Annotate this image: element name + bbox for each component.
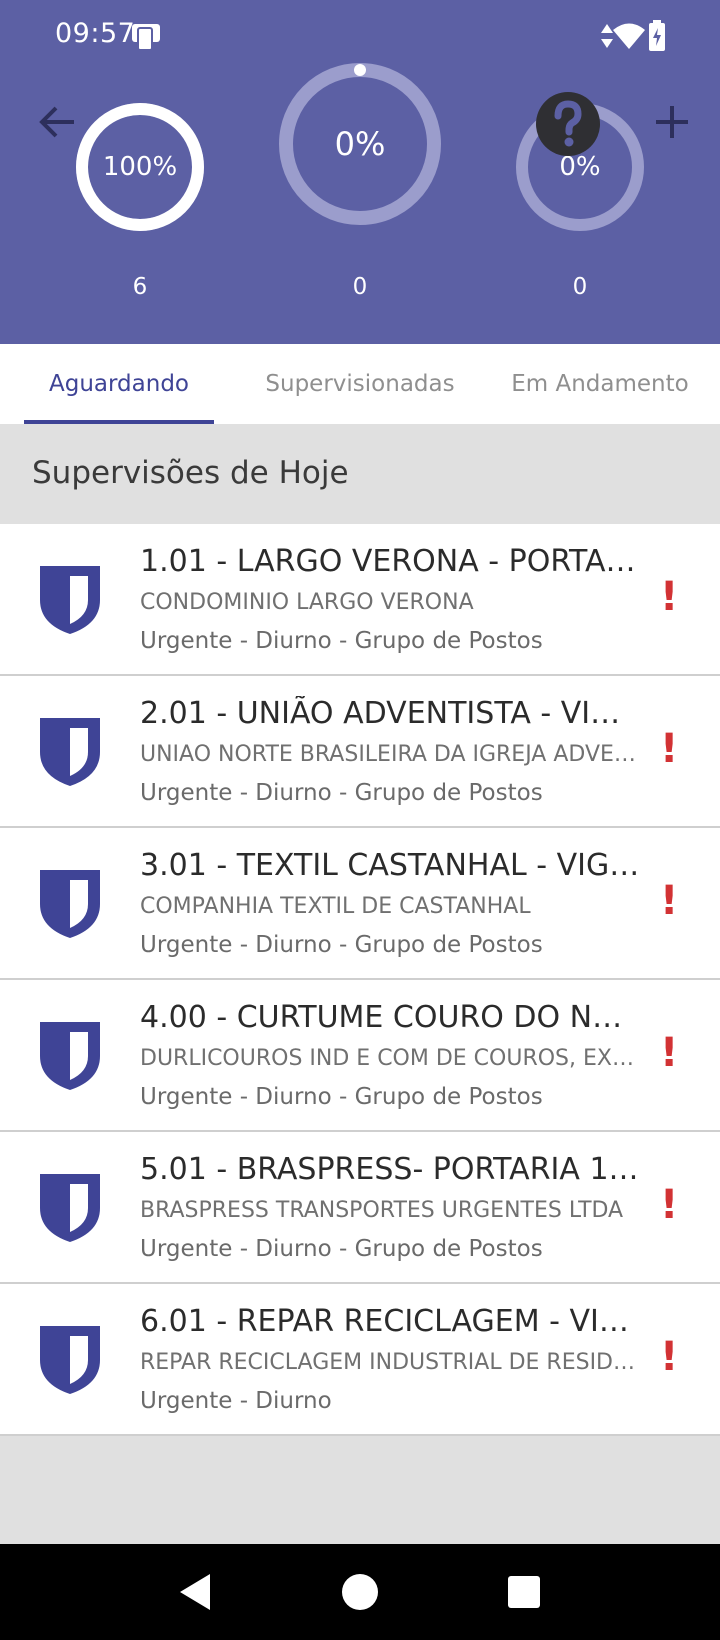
urgent-alert-icon: ! [660, 574, 679, 620]
status-time: 09:57 [55, 18, 136, 49]
urgent-alert-icon: ! [660, 878, 679, 924]
supervision-company: COMPANHIA TEXTIL DE CASTANHAL [140, 894, 531, 919]
urgent-alert-icon: ! [660, 1030, 679, 1076]
supervision-meta: Urgente - Diurno - Grupo de Postos [140, 1084, 543, 1110]
status-tabs: Aguardando Supervisionadas Em Andamento [0, 344, 720, 424]
section-title: Supervisões de Hoje [32, 455, 349, 491]
supervision-title: 2.01 - UNIÃO ADVENTISTA - VIGILÂNCIA [140, 696, 640, 731]
plus-icon[interactable] [650, 100, 694, 144]
help-button[interactable] [536, 92, 600, 156]
urgent-alert-icon: ! [660, 1334, 679, 1380]
supervision-company: REPAR RECICLAGEM INDUSTRIAL DE RESIDUOS [140, 1350, 640, 1375]
gauge-waiting: 100% [74, 101, 206, 233]
nav-back-icon[interactable] [174, 1570, 218, 1614]
tab-aguardando[interactable]: Aguardando [24, 344, 214, 424]
device-notification-icon [132, 24, 160, 51]
system-navigation-bar [0, 1544, 720, 1640]
supervision-title: 1.01 - LARGO VERONA - PORTARIA [140, 544, 640, 579]
urgent-alert-icon: ! [660, 726, 679, 772]
supervision-meta: Urgente - Diurno - Grupo de Postos [140, 780, 543, 806]
shield-icon [40, 1022, 100, 1090]
supervision-company: UNIAO NORTE BRASILEIRA DA IGREJA ADVENTI… [140, 742, 640, 767]
supervision-title: 4.00 - CURTUME COURO DO NORTE [140, 1000, 640, 1035]
list-item[interactable]: 2.01 - UNIÃO ADVENTISTA - VIGILÂNCIA UNI… [0, 676, 720, 828]
gauge-percent: 100% [102, 152, 178, 182]
shield-icon [40, 1326, 100, 1394]
nav-recents-icon[interactable] [502, 1570, 546, 1614]
active-tab-indicator [24, 420, 214, 424]
supervision-company: BRASPRESS TRANSPORTES URGENTES LTDA [140, 1198, 624, 1223]
supervision-title: 6.01 - REPAR RECICLAGEM - VIGILÂNCIA [140, 1304, 640, 1339]
nav-home-icon[interactable] [338, 1570, 382, 1614]
gauge-percent: 0% [334, 125, 386, 163]
shield-icon [40, 718, 100, 786]
gauge-count: 0 [572, 274, 588, 300]
supervision-meta: Urgente - Diurno [140, 1388, 332, 1414]
supervision-title: 5.01 - BRASPRESS- PORTARIA 12 HORAS [140, 1152, 640, 1187]
tab-em-andamento[interactable]: Em Andamento [500, 344, 700, 424]
gauge-supervised: 0% [278, 62, 442, 226]
supervision-meta: Urgente - Diurno - Grupo de Postos [140, 628, 543, 654]
shield-icon [40, 566, 100, 634]
supervision-meta: Urgente - Diurno - Grupo de Postos [140, 1236, 543, 1262]
gauge-count: 6 [132, 274, 148, 300]
supervision-list: 1.01 - LARGO VERONA - PORTARIA CONDOMINI… [0, 524, 720, 1436]
supervision-title: 3.01 - TEXTIL CASTANHAL - VIGILÂNCIA [140, 848, 640, 883]
wifi-icon [613, 23, 645, 49]
list-item[interactable]: 1.01 - LARGO VERONA - PORTARIA CONDOMINI… [0, 524, 720, 676]
list-item[interactable]: 5.01 - BRASPRESS- PORTARIA 12 HORAS BRAS… [0, 1132, 720, 1284]
supervision-meta: Urgente - Diurno - Grupo de Postos [140, 932, 543, 958]
list-item[interactable]: 3.01 - TEXTIL CASTANHAL - VIGILÂNCIA COM… [0, 828, 720, 980]
help-icon [554, 100, 582, 147]
supervision-company: CONDOMINIO LARGO VERONA [140, 590, 474, 615]
urgent-alert-icon: ! [660, 1182, 679, 1228]
tab-supervisionadas[interactable]: Supervisionadas [250, 344, 470, 424]
gauge-count: 0 [352, 274, 368, 300]
summary-header: 09:57 100% 6 0% 0 0% 0 [0, 0, 720, 344]
list-item[interactable]: 6.01 - REPAR RECICLAGEM - VIGILÂNCIA REP… [0, 1284, 720, 1436]
list-item[interactable]: 4.00 - CURTUME COURO DO NORTE DURLICOURO… [0, 980, 720, 1132]
battery-icon [649, 20, 665, 51]
supervision-company: DURLICOUROS IND E COM DE COUROS, EXPORTA… [140, 1046, 640, 1071]
shield-icon [40, 870, 100, 938]
shield-icon [40, 1174, 100, 1242]
